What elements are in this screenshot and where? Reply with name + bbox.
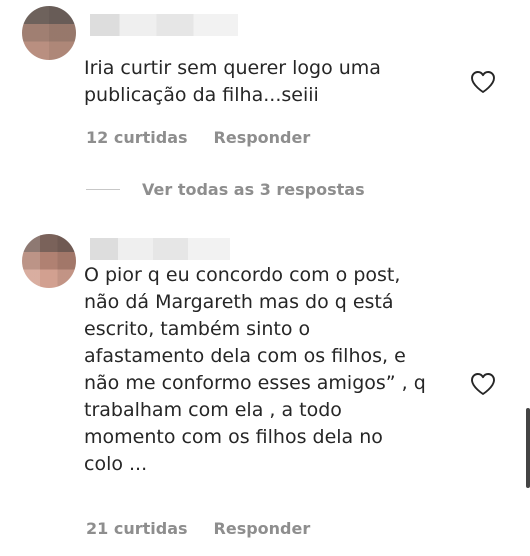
- likes-count[interactable]: 21 curtidas: [86, 519, 188, 538]
- scrollbar[interactable]: [526, 408, 530, 488]
- comment-text: Iria curtir sem querer logo uma publicaç…: [84, 57, 381, 106]
- replies-divider: [86, 189, 120, 190]
- view-replies-label: Ver todas as 3 respostas: [142, 180, 365, 199]
- avatar[interactable]: [22, 234, 76, 288]
- likes-count[interactable]: 12 curtidas: [86, 128, 188, 147]
- comment-meta: 21 curtidas Responder: [86, 519, 310, 538]
- comment-meta: 12 curtidas Responder: [86, 128, 310, 147]
- comment-text: O pior q eu concordo com o post, não dá …: [84, 264, 426, 475]
- reply-button[interactable]: Responder: [214, 128, 311, 147]
- view-replies-button[interactable]: Ver todas as 3 respostas: [86, 180, 365, 199]
- username-redacted[interactable]: [90, 238, 230, 260]
- heart-icon[interactable]: [470, 70, 496, 94]
- avatar[interactable]: [22, 6, 76, 60]
- heart-icon[interactable]: [470, 372, 496, 396]
- reply-button[interactable]: Responder: [214, 519, 311, 538]
- username-redacted[interactable]: [90, 14, 238, 36]
